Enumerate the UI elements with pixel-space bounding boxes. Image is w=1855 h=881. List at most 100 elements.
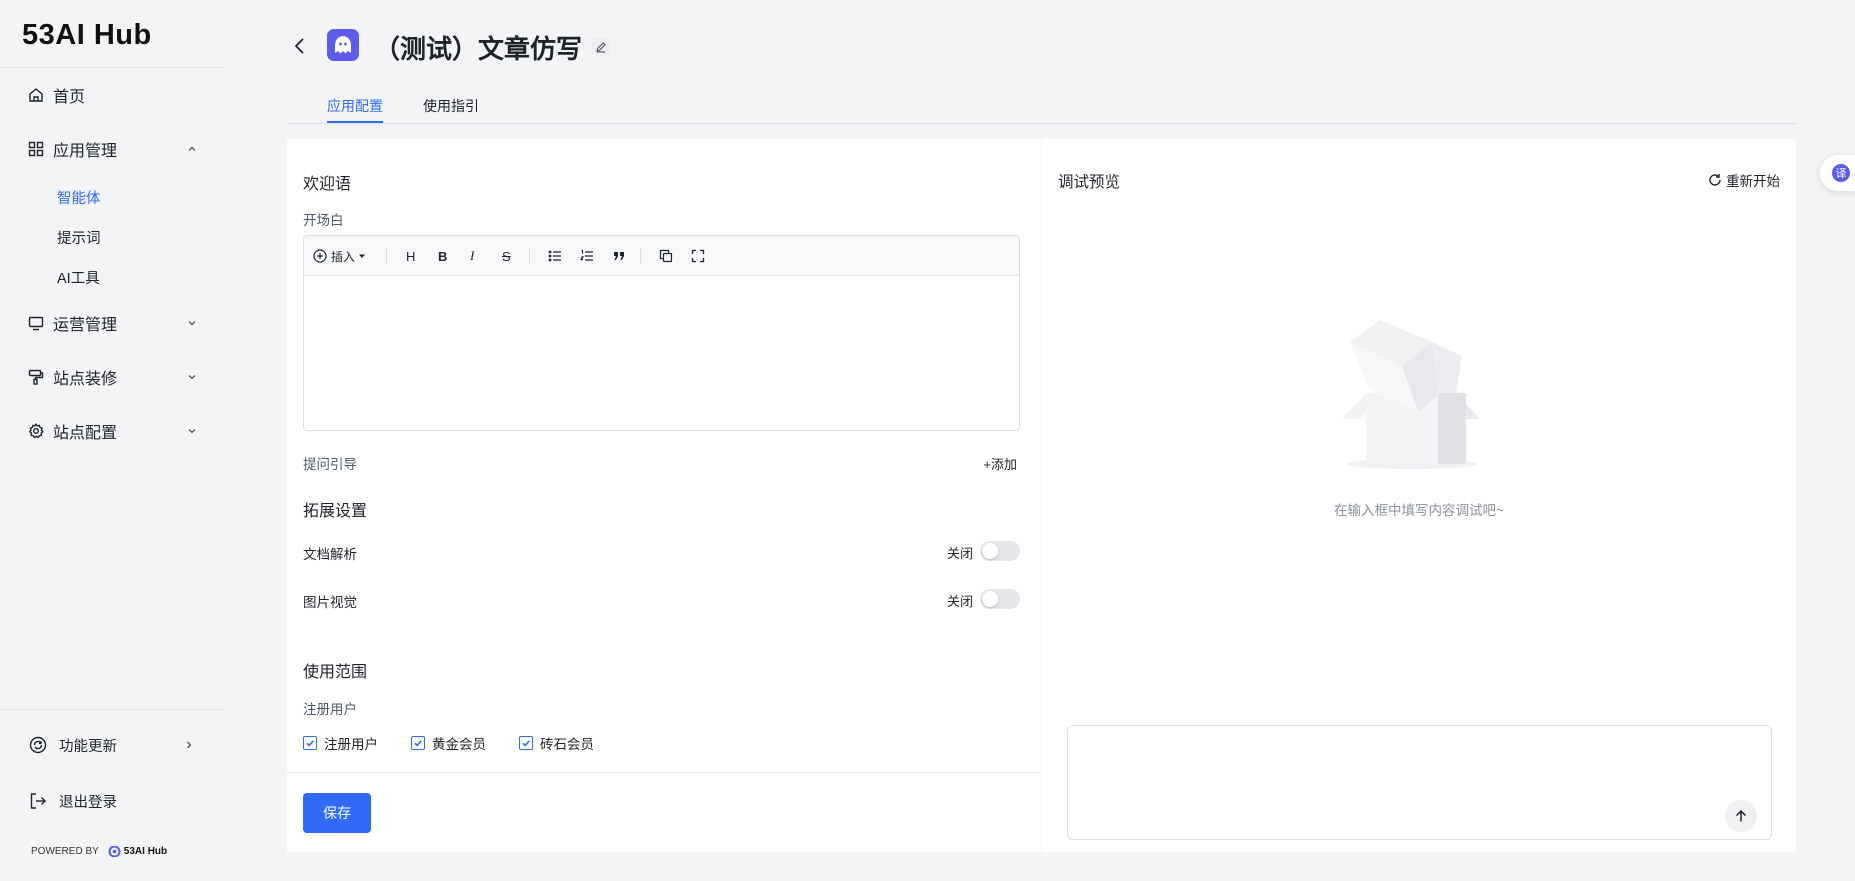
bold-button[interactable]: B xyxy=(438,248,447,264)
restart-button[interactable]: 重新开始 xyxy=(1708,170,1780,190)
preview-title: 调试预览 xyxy=(1058,174,1121,191)
fullscreen-icon xyxy=(691,249,705,263)
italic-button[interactable]: I xyxy=(470,248,474,264)
gear-icon xyxy=(28,423,44,439)
feature-updates-button[interactable]: 功能更新 xyxy=(29,733,195,757)
chevron-right-icon xyxy=(187,741,192,749)
editor-toolbar: 插入 H B I S xyxy=(304,236,1019,276)
app-avatar xyxy=(327,29,359,61)
ordered-list-icon xyxy=(580,249,593,261)
translate-button[interactable]: 译 xyxy=(1820,155,1855,191)
image-vision-toggle[interactable] xyxy=(980,589,1020,609)
check-icon xyxy=(306,740,314,747)
divider xyxy=(0,67,226,68)
scope-section-title: 使用范围 xyxy=(303,664,368,681)
feature-updates-label: 功能更新 xyxy=(59,738,117,755)
sidebar-item-operations[interactable]: 运营管理 xyxy=(28,309,198,337)
page-title: （测试）文章仿写 xyxy=(374,34,583,64)
checkbox-label: 注册用户 xyxy=(324,737,378,752)
sidebar-item-site-config[interactable]: 站点配置 xyxy=(28,417,198,445)
logout-icon xyxy=(30,793,46,809)
tab-usage-guide[interactable]: 使用指引 xyxy=(423,96,479,116)
pencil-icon xyxy=(596,41,606,53)
bullet-list-button[interactable] xyxy=(548,248,562,264)
tab-app-config[interactable]: 应用配置 xyxy=(327,96,383,116)
check-icon xyxy=(522,740,530,747)
grid-icon xyxy=(28,141,44,157)
sidebar-item-label: 首页 xyxy=(53,89,86,106)
bullet-list-icon xyxy=(548,250,561,262)
brand-logo-icon xyxy=(108,846,121,857)
restart-label: 重新开始 xyxy=(1726,174,1780,189)
toolbar-separator xyxy=(529,248,530,264)
back-button[interactable] xyxy=(292,36,308,56)
refresh-circle-icon xyxy=(29,736,47,754)
fullscreen-button[interactable] xyxy=(691,248,705,264)
copy-button[interactable] xyxy=(659,248,673,264)
translate-icon: 译 xyxy=(1832,164,1850,182)
member-checkbox-gold[interactable]: 黄金会员 xyxy=(411,733,486,753)
caret-down-icon xyxy=(359,254,366,258)
sidebar-item-prompts[interactable]: 提示词 xyxy=(57,227,101,248)
ghost-mascot-icon xyxy=(335,36,351,54)
registered-users-label: 注册用户 xyxy=(303,702,357,717)
quote-icon xyxy=(614,252,624,260)
blockquote-button[interactable] xyxy=(612,248,626,264)
powered-by: POWERED BY 53AI Hub xyxy=(31,846,167,857)
strikethrough-button[interactable]: S xyxy=(502,248,511,264)
send-button[interactable] xyxy=(1725,800,1757,832)
monitor-icon xyxy=(28,316,44,331)
footer-divider xyxy=(287,772,1041,773)
member-checkbox-registered[interactable]: 注册用户 xyxy=(303,733,378,753)
divider xyxy=(0,709,226,710)
logout-button[interactable]: 退出登录 xyxy=(29,789,195,813)
arrow-up-icon xyxy=(1735,809,1747,822)
copy-icon xyxy=(659,249,673,263)
sidebar-item-label: 站点装修 xyxy=(53,371,118,388)
toggle-knob xyxy=(982,543,998,559)
sidebar-item-site-decoration[interactable]: 站点装修 xyxy=(28,363,198,391)
powered-by-text: POWERED BY xyxy=(31,846,99,857)
home-icon xyxy=(29,88,43,102)
image-vision-state: 关闭 xyxy=(947,594,974,609)
checkbox-box xyxy=(303,736,317,750)
sidebar-item-agents[interactable]: 智能体 xyxy=(57,187,101,208)
check-icon xyxy=(414,740,422,747)
powered-brand-name: 53AI Hub xyxy=(123,846,168,857)
doc-parse-label: 文档解析 xyxy=(303,547,357,562)
doc-parse-toggle[interactable] xyxy=(980,541,1020,561)
add-question-button[interactable]: +添加 xyxy=(983,454,1017,473)
chevron-down-icon xyxy=(188,375,196,380)
insert-label: 插入 xyxy=(331,249,356,264)
tabs-divider xyxy=(287,123,1796,124)
sidebar-item-home[interactable]: 首页 xyxy=(28,81,198,109)
sidebar-item-label: 应用管理 xyxy=(53,143,118,160)
chevron-down-icon xyxy=(188,429,196,434)
empty-box-illustration xyxy=(1342,320,1480,469)
sidebar-item-label: 运营管理 xyxy=(53,317,118,334)
doc-parse-state: 关闭 xyxy=(947,546,974,561)
sidebar: 53AI Hub 首页 应用管理 智能体 提示词 AI工具 运营管理 站点装修 … xyxy=(0,0,228,881)
sidebar-item-ai-tools[interactable]: AI工具 xyxy=(57,267,100,288)
opening-label: 开场白 xyxy=(303,213,344,228)
toolbar-separator xyxy=(386,248,387,264)
heading-button[interactable]: H xyxy=(406,248,415,264)
toolbar-separator xyxy=(640,248,641,264)
question-guide-label: 提问引导 xyxy=(303,457,357,472)
chevron-left-icon xyxy=(294,38,304,54)
logo: 53AI Hub xyxy=(22,19,152,51)
save-button[interactable]: 保存 xyxy=(303,793,371,833)
edit-title-button[interactable] xyxy=(592,38,610,55)
config-panel: 欢迎语 开场白 插入 H B I S 提问引导 +添加 拓展设置 文档解析 关闭… xyxy=(287,139,1041,852)
logout-label: 退出登录 xyxy=(59,794,117,811)
insert-button[interactable]: 插入 xyxy=(313,248,366,264)
chat-input[interactable] xyxy=(1080,736,1720,826)
member-checkbox-diamond[interactable]: 砖石会员 xyxy=(519,733,594,753)
chat-input-box xyxy=(1067,725,1772,840)
sidebar-item-app-management[interactable]: 应用管理 xyxy=(28,135,198,163)
tab-active-indicator xyxy=(327,121,383,123)
ordered-list-button[interactable] xyxy=(580,248,594,264)
opening-editor-content[interactable] xyxy=(304,276,1019,430)
checkbox-box xyxy=(519,736,533,750)
plus-circle-icon xyxy=(313,249,327,263)
